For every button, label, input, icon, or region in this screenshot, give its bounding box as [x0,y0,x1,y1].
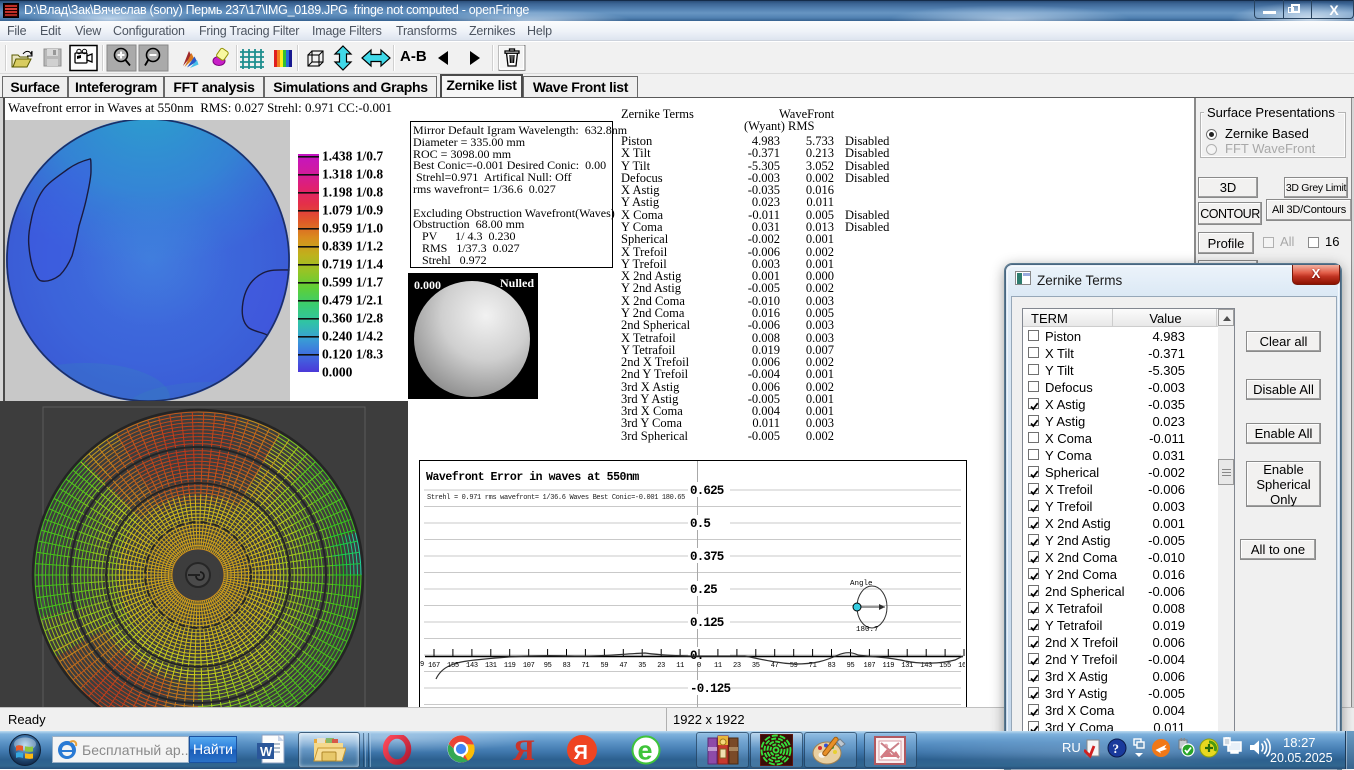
svg-text:0: 0 [697,662,701,670]
svg-text:0.479 1/2.1: 0.479 1/2.1 [322,293,383,308]
svg-text:131: 131 [901,662,913,670]
svg-text:0.375: 0.375 [690,550,724,564]
svg-text:0.360 1/2.8: 0.360 1/2.8 [322,311,383,326]
svg-text:0.599 1/1.7: 0.599 1/1.7 [322,275,383,290]
svg-text:Strehl = 0.971 rms wavefront=: Strehl = 0.971 rms wavefront= 1/36.6 Wav… [427,494,685,502]
svg-text:e: e [638,736,653,766]
svg-text:119: 119 [504,662,516,670]
svg-text:0.719 1/1.4: 0.719 1/1.4 [322,257,383,272]
svg-text:107: 107 [523,662,535,670]
svg-text:23: 23 [657,662,665,670]
svg-text:143: 143 [466,662,478,670]
svg-text:Nulled: Nulled [500,276,534,290]
svg-text:Wavefront Error in waves at 55: Wavefront Error in waves at 550nm [426,471,639,484]
svg-text:1.079 1/0.9: 1.079 1/0.9 [322,203,383,218]
svg-text:0.125: 0.125 [690,616,724,630]
svg-text:Я: Я [574,742,588,764]
svg-text:0.625: 0.625 [690,484,724,498]
svg-text:9: 9 [420,661,424,669]
svg-text:0.000: 0.000 [414,278,441,292]
svg-text:11: 11 [676,662,684,670]
svg-text:59: 59 [600,662,608,670]
svg-text:180.7: 180.7 [856,626,879,634]
svg-text:1.438 1/0.7: 1.438 1/0.7 [322,149,383,164]
svg-text:W: W [260,744,273,759]
svg-text:119: 119 [882,662,894,670]
svg-text:167: 167 [428,662,440,670]
svg-text:0.120 1/8.3: 0.120 1/8.3 [322,347,383,362]
svg-text:-0.125: -0.125 [690,682,731,696]
svg-text:47: 47 [771,662,779,670]
svg-text:1.318 1/0.8: 1.318 1/0.8 [322,167,383,182]
svg-text:Я: Я [513,735,535,765]
svg-text:107: 107 [864,662,876,670]
svg-text:47: 47 [619,662,627,670]
svg-text:0.000: 0.000 [322,365,353,380]
svg-text:0.959 1/1.0: 0.959 1/1.0 [322,221,383,236]
svg-text:Angle: Angle [850,580,873,588]
svg-text:95: 95 [544,662,552,670]
svg-text:155: 155 [939,662,951,670]
svg-text:0.25: 0.25 [690,583,717,597]
svg-text:83: 83 [828,662,836,670]
svg-text:71: 71 [581,662,589,670]
svg-text:131: 131 [485,662,497,670]
svg-text:1.198 1/0.8: 1.198 1/0.8 [322,185,383,200]
svg-text:35: 35 [752,662,760,670]
svg-text:35: 35 [638,662,646,670]
svg-text:83: 83 [563,662,571,670]
svg-text:0.240 1/4.2: 0.240 1/4.2 [322,329,383,344]
svg-text:95: 95 [847,662,855,670]
svg-text:167: 167 [958,662,965,670]
svg-text:23: 23 [733,662,741,670]
svg-text:?: ? [1113,741,1120,756]
svg-text:11: 11 [714,662,722,670]
svg-text:0.839 1/1.2: 0.839 1/1.2 [322,239,383,254]
svg-text:0.5: 0.5 [690,517,710,531]
